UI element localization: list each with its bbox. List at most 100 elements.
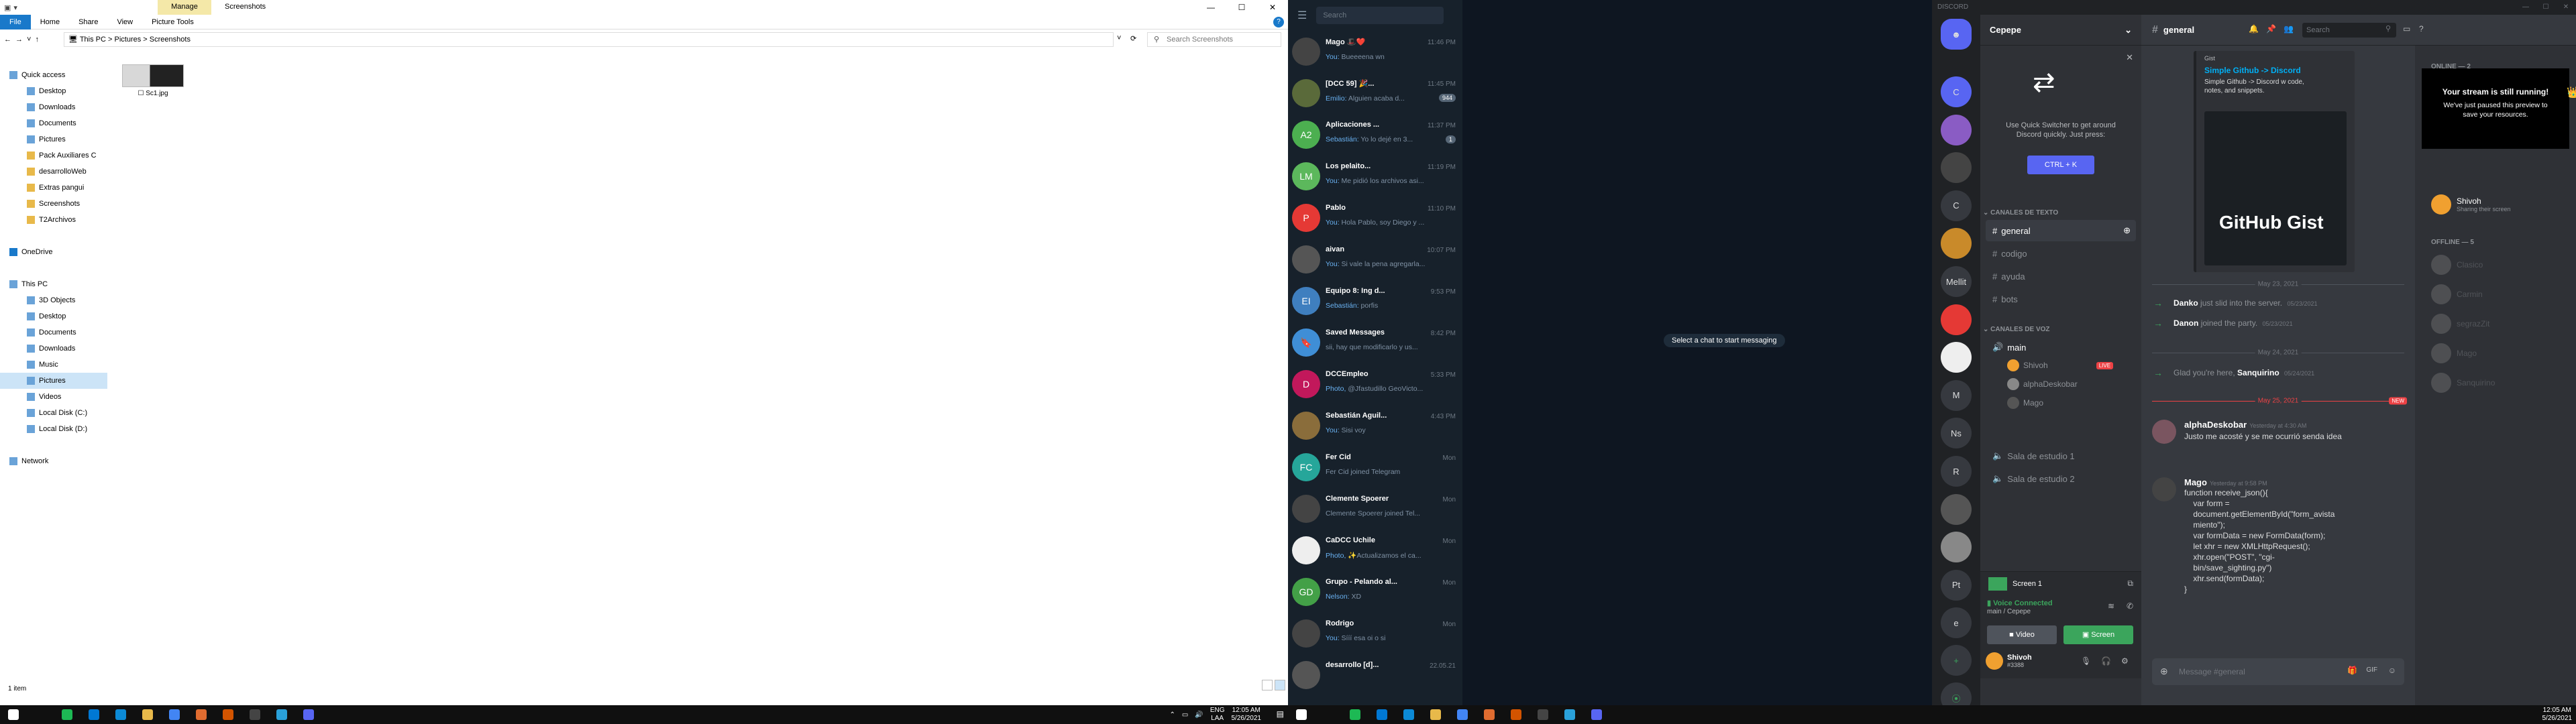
voice-channel-main[interactable]: 🔊 main (1986, 337, 2136, 358)
nav-item[interactable]: Network (0, 453, 107, 469)
tab-view[interactable]: View (107, 18, 142, 26)
add-attachment-icon[interactable]: ⊕ (2160, 666, 2168, 677)
gift-icon[interactable]: 🎁 (2347, 666, 2357, 675)
manage-tab[interactable]: Manage (158, 0, 211, 15)
chat-item[interactable]: A2 Aplicaciones ... Sebastián: Yo lo dejé … (1288, 114, 1462, 156)
disconnect-icon[interactable]: ✆ (2127, 601, 2133, 611)
user-panel[interactable]: Shivoh #3388 (1986, 652, 2032, 670)
voice-category[interactable]: ⌄ CANALES DE VOZ (1983, 326, 2050, 333)
chrome-icon[interactable] (1449, 705, 1476, 724)
bell-icon[interactable]: 🔔 (2249, 24, 2259, 34)
minimize-button[interactable]: — (1195, 0, 1226, 15)
headphones-icon[interactable]: 🎧 (2101, 656, 2111, 666)
nav-item[interactable]: OneDrive (0, 244, 107, 260)
nav-item[interactable]: 3D Objects (0, 292, 107, 308)
file-item[interactable]: ☐ Sc1.jpg (119, 64, 186, 97)
server-icon[interactable]: C (1941, 190, 1972, 221)
video-button[interactable]: ■ Video (1987, 625, 2057, 644)
start-icon[interactable] (0, 705, 27, 724)
edge-icon[interactable] (107, 705, 134, 724)
voice-user-shivoh[interactable]: Shivoh LIVE (2007, 359, 2114, 371)
terminal-icon[interactable] (241, 705, 268, 724)
volume-icon[interactable]: 🔊 (1195, 711, 1203, 719)
nav-item[interactable]: Desktop (0, 308, 107, 324)
close-icon[interactable]: ✕ (2126, 52, 2133, 63)
nav-item[interactable]: Documents (0, 324, 107, 341)
refresh-icon[interactable]: ⟳ (1130, 34, 1136, 43)
back-icon[interactable]: ← (4, 36, 11, 44)
terminal-icon[interactable] (1529, 705, 1556, 724)
chat-item[interactable]: Sebastián Aguil... You: Sisi voy 4:43 PM (1288, 405, 1462, 446)
voice-channel-sala-1[interactable]: 🔈 Sala de estudio 1 (1986, 445, 2136, 467)
chat-item[interactable]: Rodrigo You: Sííí esa oi o si Mon (1288, 613, 1462, 654)
edge-icon[interactable] (1395, 705, 1422, 724)
nav-item[interactable]: Videos (0, 389, 107, 405)
nav-item[interactable]: Downloads (0, 99, 107, 115)
screen-button[interactable]: ▣ Screen (2063, 625, 2133, 644)
nav-item[interactable]: Desktop (0, 83, 107, 99)
server-icon[interactable]: R (1941, 456, 1972, 487)
chat-item[interactable]: 🔖 Saved Messages sii, hay que modificarlo … (1288, 322, 1462, 363)
maximize-button[interactable]: ☐ (1226, 0, 1257, 15)
add-server-icon[interactable]: + (1941, 645, 1972, 676)
guild-header[interactable]: Cepepe ⌄ (1980, 15, 2141, 46)
breadcrumb-this-pc[interactable]: This PC (80, 36, 106, 44)
language-indicator[interactable]: ENG LAA (1210, 707, 1225, 723)
tab-share[interactable]: Share (69, 18, 107, 26)
system-user[interactable]: Danon (2174, 318, 2198, 328)
member-offline[interactable]: Clasico (2431, 255, 2483, 275)
embed-title-link[interactable]: Simple Github -> Discord (2204, 66, 2301, 75)
nav-item[interactable]: Downloads (0, 341, 107, 357)
channel-general[interactable]: # general ⊕ (1986, 220, 2136, 241)
server-icon[interactable] (1941, 532, 1972, 563)
breadcrumb-screenshots[interactable]: Screenshots (150, 36, 191, 44)
nav-item[interactable]: Extras pangui (0, 180, 107, 196)
member-offline[interactable]: segrazZit (2431, 314, 2489, 334)
chat-item[interactable]: desarrollo [d]... 22.05.21 (1288, 654, 1462, 696)
server-icon[interactable] (1941, 493, 1972, 525)
avatar[interactable] (2152, 477, 2176, 501)
server-icon[interactable] (1941, 304, 1972, 335)
microphone-icon[interactable]: 🎙 (2081, 656, 2091, 666)
close-button[interactable]: ✕ (2556, 0, 2576, 15)
details-view-icon[interactable] (1262, 680, 1273, 690)
help-icon[interactable]: ? (2419, 24, 2424, 34)
up-icon[interactable]: ↑ (35, 36, 39, 44)
nav-item[interactable]: Documents (0, 115, 107, 131)
clock[interactable]: 12:05 AM 5/26/2021 (2542, 707, 2573, 723)
search-input[interactable]: Search (2302, 23, 2396, 38)
tray-chevron-icon[interactable]: ⌃ (1170, 711, 1175, 719)
popout-icon[interactable]: ⧉ (2127, 579, 2133, 589)
member-offline[interactable]: Sanquirino (2431, 373, 2495, 393)
nav-item[interactable]: Screenshots (0, 196, 107, 212)
server-icon[interactable] (1941, 152, 1972, 184)
emoji-icon[interactable]: ☺ (2388, 666, 2396, 675)
chat-item[interactable]: LM Los pelaito... You: Me pidió los archiv… (1288, 156, 1462, 197)
help-icon[interactable]: ? (1273, 17, 1284, 27)
app-icon[interactable] (1476, 705, 1503, 724)
server-icon[interactable]: M (1941, 379, 1972, 411)
voice-user-mago[interactable]: Mago (2007, 397, 2043, 409)
chat-item[interactable]: P Pablo You: Hola Pablo, soy Diego y ... 11… (1288, 197, 1462, 239)
nav-item[interactable]: desarrolloWeb (0, 164, 107, 180)
nav-item[interactable]: Music (0, 357, 107, 373)
recent-icon[interactable]: ˅ (27, 36, 31, 44)
tab-picture-tools[interactable]: Picture Tools (142, 18, 203, 26)
voice-channel-path[interactable]: main / Cepepe (1987, 608, 2031, 615)
notification-icon[interactable]: ▤ (1277, 709, 1284, 719)
inbox-icon[interactable]: ▭ (2403, 24, 2410, 34)
server-icon[interactable]: C (1941, 76, 1972, 107)
folder-icon[interactable]: ▣ (4, 3, 11, 12)
large-icons-view-icon[interactable] (1275, 680, 1285, 690)
system-user[interactable]: Sanquirino (2237, 368, 2279, 377)
message-author[interactable]: alphaDeskobar (2184, 420, 2247, 430)
server-icon[interactable]: Pt (1941, 569, 1972, 601)
server-icon[interactable]: Ns (1941, 418, 1972, 449)
text-category[interactable]: ⌄ CANALES DE TEXTO (1983, 209, 2058, 217)
search-icon[interactable] (1315, 705, 1342, 724)
nav-item[interactable]: Local Disk (D:) (0, 421, 107, 437)
message-author[interactable]: Mago (2184, 477, 2207, 487)
tab-home[interactable]: Home (31, 18, 69, 26)
noise-suppression-icon[interactable]: ≋ (2108, 601, 2114, 611)
server-icon[interactable]: Mellit (1941, 266, 1972, 297)
